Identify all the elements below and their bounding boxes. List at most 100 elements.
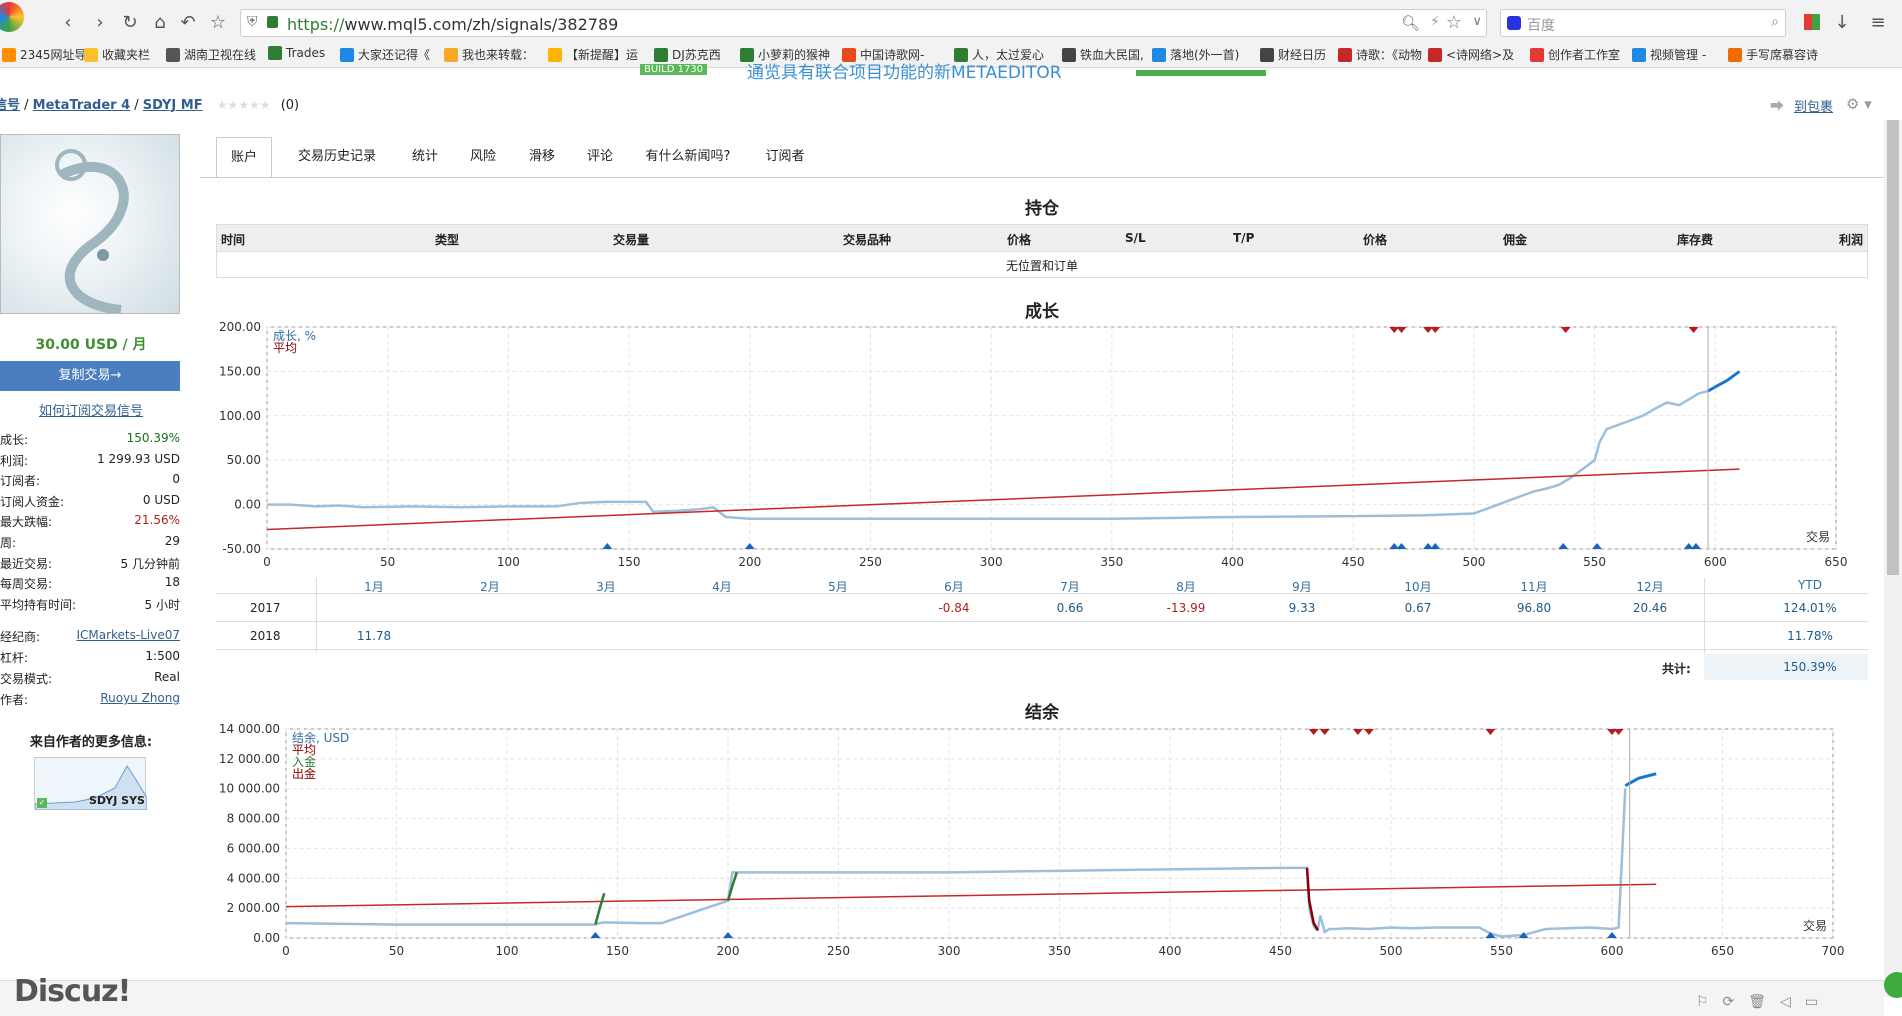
bookmark-item[interactable]: 视频管理 - xyxy=(1632,46,1706,63)
y-tick-label: 4 000.00 xyxy=(227,871,280,885)
x-tick-label: 400 xyxy=(1159,944,1182,958)
x-tick-label: 200 xyxy=(717,944,740,958)
tab-item[interactable]: 风险 xyxy=(456,137,510,178)
download-icon[interactable]: ↓ xyxy=(1830,10,1854,34)
chevron-down-icon[interactable]: ∨ xyxy=(1472,14,1482,29)
tab-item[interactable]: 有什么新闻吗? xyxy=(630,137,746,178)
growth-chart[interactable]: 0 50 100 150 200 250 300 350 400 450 500 550 600 650 -… xyxy=(216,322,1868,578)
stat-row: 每周交易: 18 xyxy=(0,572,182,592)
x-tick-label: 0 xyxy=(282,944,290,958)
bookmark-item[interactable]: 大家还记得《 xyxy=(340,46,430,63)
bookmark-item[interactable]: Trades xyxy=(268,46,325,60)
back-icon[interactable]: ‹ xyxy=(56,10,80,34)
x-tick-label: 500 xyxy=(1380,944,1403,958)
y-tick-label: 200.00 xyxy=(219,322,261,334)
stat-value: 0 USD xyxy=(142,492,180,507)
positions-col-header: 类型 xyxy=(435,233,460,247)
growth-title: 成长 xyxy=(1025,302,1059,322)
y-tick-label: 50.00 xyxy=(227,453,261,467)
breadcrumb-signals[interactable]: 信号 xyxy=(0,98,20,113)
x-tick-label: 600 xyxy=(1704,555,1727,569)
bookmark-item[interactable]: 我也来转载： xyxy=(444,46,534,63)
info-key: 作者: xyxy=(0,693,29,707)
home-icon[interactable]: ⌂ xyxy=(148,10,172,34)
info-link[interactable]: Ruoyu Zhong xyxy=(100,691,180,705)
zoom-icon[interactable]: 🔍︎ xyxy=(1401,14,1420,32)
bookmark-item[interactable]: 诗歌：《动物 xyxy=(1338,46,1422,63)
howto-link[interactable]: 如何订阅交易信号 xyxy=(0,400,182,419)
bookmark-item[interactable]: 2345网址导 xyxy=(2,46,87,63)
lightning-icon[interactable]: ⚡︎ xyxy=(1430,14,1440,30)
share-icon[interactable]: ⮕ xyxy=(1770,96,1784,116)
tab-item[interactable]: 滑移 xyxy=(514,137,570,178)
x-tick-label: 500 xyxy=(1462,555,1485,569)
positions-col-header: 交易品种 xyxy=(843,233,892,247)
gear-icon[interactable]: ⚙ ▾ xyxy=(1846,95,1872,113)
y-tick-label: 150.00 xyxy=(219,364,261,378)
bookmark-icon xyxy=(1338,47,1352,62)
tab-item[interactable]: 评论 xyxy=(574,137,626,178)
forward-icon[interactable]: › xyxy=(88,10,112,34)
tab-item[interactable]: 账户 xyxy=(216,137,272,178)
address-bar[interactable]: ⛨ https://www.mql5.com/zh/signals/382789… xyxy=(240,9,1487,37)
scrollbar[interactable] xyxy=(1884,120,1902,996)
x-tick-label: 600 xyxy=(1601,944,1624,958)
search-icon[interactable]: ⌕ xyxy=(1771,14,1779,30)
tab-item[interactable]: 交易历史记录 xyxy=(280,137,394,178)
menu-icon[interactable]: ≡ xyxy=(1866,10,1890,34)
x-tick-label: 300 xyxy=(938,944,961,958)
bookmark-icon xyxy=(1728,47,1742,62)
y-tick-label: 100.00 xyxy=(219,409,261,423)
bookmark-icon xyxy=(444,47,458,62)
stat-key: 每周交易: xyxy=(0,577,53,592)
bookmark-icon xyxy=(2,47,16,62)
bookmark-icon xyxy=(1530,47,1544,62)
positions-table: 时间 类型 交易量 交易品种 价格 S/L T/P 价格 佣金 库存费 利润 无位置和订单 xyxy=(216,224,1868,278)
breadcrumb-signal[interactable]: SDYJ MF xyxy=(143,98,203,113)
package-link[interactable]: 到包裹 xyxy=(1794,96,1833,115)
bookmark-label: 创作者工作室 xyxy=(1548,48,1621,62)
year-row-line xyxy=(216,649,1868,650)
apps-icon[interactable] xyxy=(1804,14,1820,30)
stat-key: 最近交易: xyxy=(0,556,53,571)
reload-icon[interactable]: ↻ xyxy=(118,10,142,34)
breadcrumb-mt4[interactable]: MetaTrader 4 xyxy=(33,98,130,113)
balance-chart[interactable]: 0 50 100 150 200 250 300 350 400 450 500 550 600 650 7… xyxy=(216,724,1868,970)
bookmark-item[interactable]: 收藏夹栏 xyxy=(84,46,150,63)
month-header: 9月 xyxy=(1292,580,1312,594)
monthly-returns-table: 1月 2月 3月 4月 5月 6月 7月 8月 9月 10月 11月 12月 YTD 2017 -0.84 0… xyxy=(216,578,1868,700)
info-key: 杠杆: xyxy=(0,651,29,665)
favorite-icon[interactable]: ☆ xyxy=(1446,12,1462,33)
tab-item[interactable]: 订阅者 xyxy=(750,137,820,178)
bookmark-icon xyxy=(84,47,98,62)
positions-col-header: 佣金 xyxy=(1503,233,1528,247)
tab-item[interactable]: 统计 xyxy=(398,137,452,178)
bookmark-label: Trades xyxy=(286,46,326,60)
author-signal-thumb[interactable]: ✓ SDYJ SYS xyxy=(34,757,148,811)
more-info-title: 来自作者的更多信息: xyxy=(29,735,153,750)
positions-col-header: 库存费 xyxy=(1677,233,1714,247)
y-tick-label: 8 000.00 xyxy=(227,812,280,826)
month-header: 12月 xyxy=(1636,580,1664,594)
copy-trade-button[interactable]: 复制交易→ xyxy=(0,361,180,391)
x-tick-label: 300 xyxy=(980,555,1003,569)
banner-button[interactable] xyxy=(1136,70,1266,76)
stat-value: 5 几分钟前 xyxy=(120,556,180,571)
search-box[interactable]: 百度 ⌕ xyxy=(1500,9,1786,37)
y-tick-label: -50.00 xyxy=(222,542,261,556)
undo-icon[interactable]: ↶ xyxy=(176,10,200,34)
banner[interactable]: BUILD 1730 通览具有联合项目功能的新METAEDITOR xyxy=(610,60,1270,80)
star-icon[interactable]: ☆ xyxy=(206,10,230,34)
bookmark-item[interactable]: 湖南卫视在线 xyxy=(166,46,256,63)
stat-row: 周: 29 xyxy=(0,531,182,551)
banner-text: 通览具有联合项目功能的新METAEDITOR xyxy=(747,63,1062,80)
bookmark-item[interactable]: <诗网络>及 xyxy=(1428,46,1514,63)
bookmark-icon xyxy=(268,46,282,60)
scrollbar-thumb[interactable] xyxy=(1887,120,1899,575)
info-link[interactable]: ICMarkets-Live07 xyxy=(76,628,180,642)
y-tick-label: 12 000.00 xyxy=(219,752,280,766)
stat-key: 订阅人资金: xyxy=(0,494,65,509)
search-input[interactable]: 百度 xyxy=(1527,15,1555,35)
bookmark-item[interactable]: 创作者工作室 xyxy=(1530,46,1620,63)
bookmark-item[interactable]: 手写席慕容诗 xyxy=(1728,46,1818,63)
